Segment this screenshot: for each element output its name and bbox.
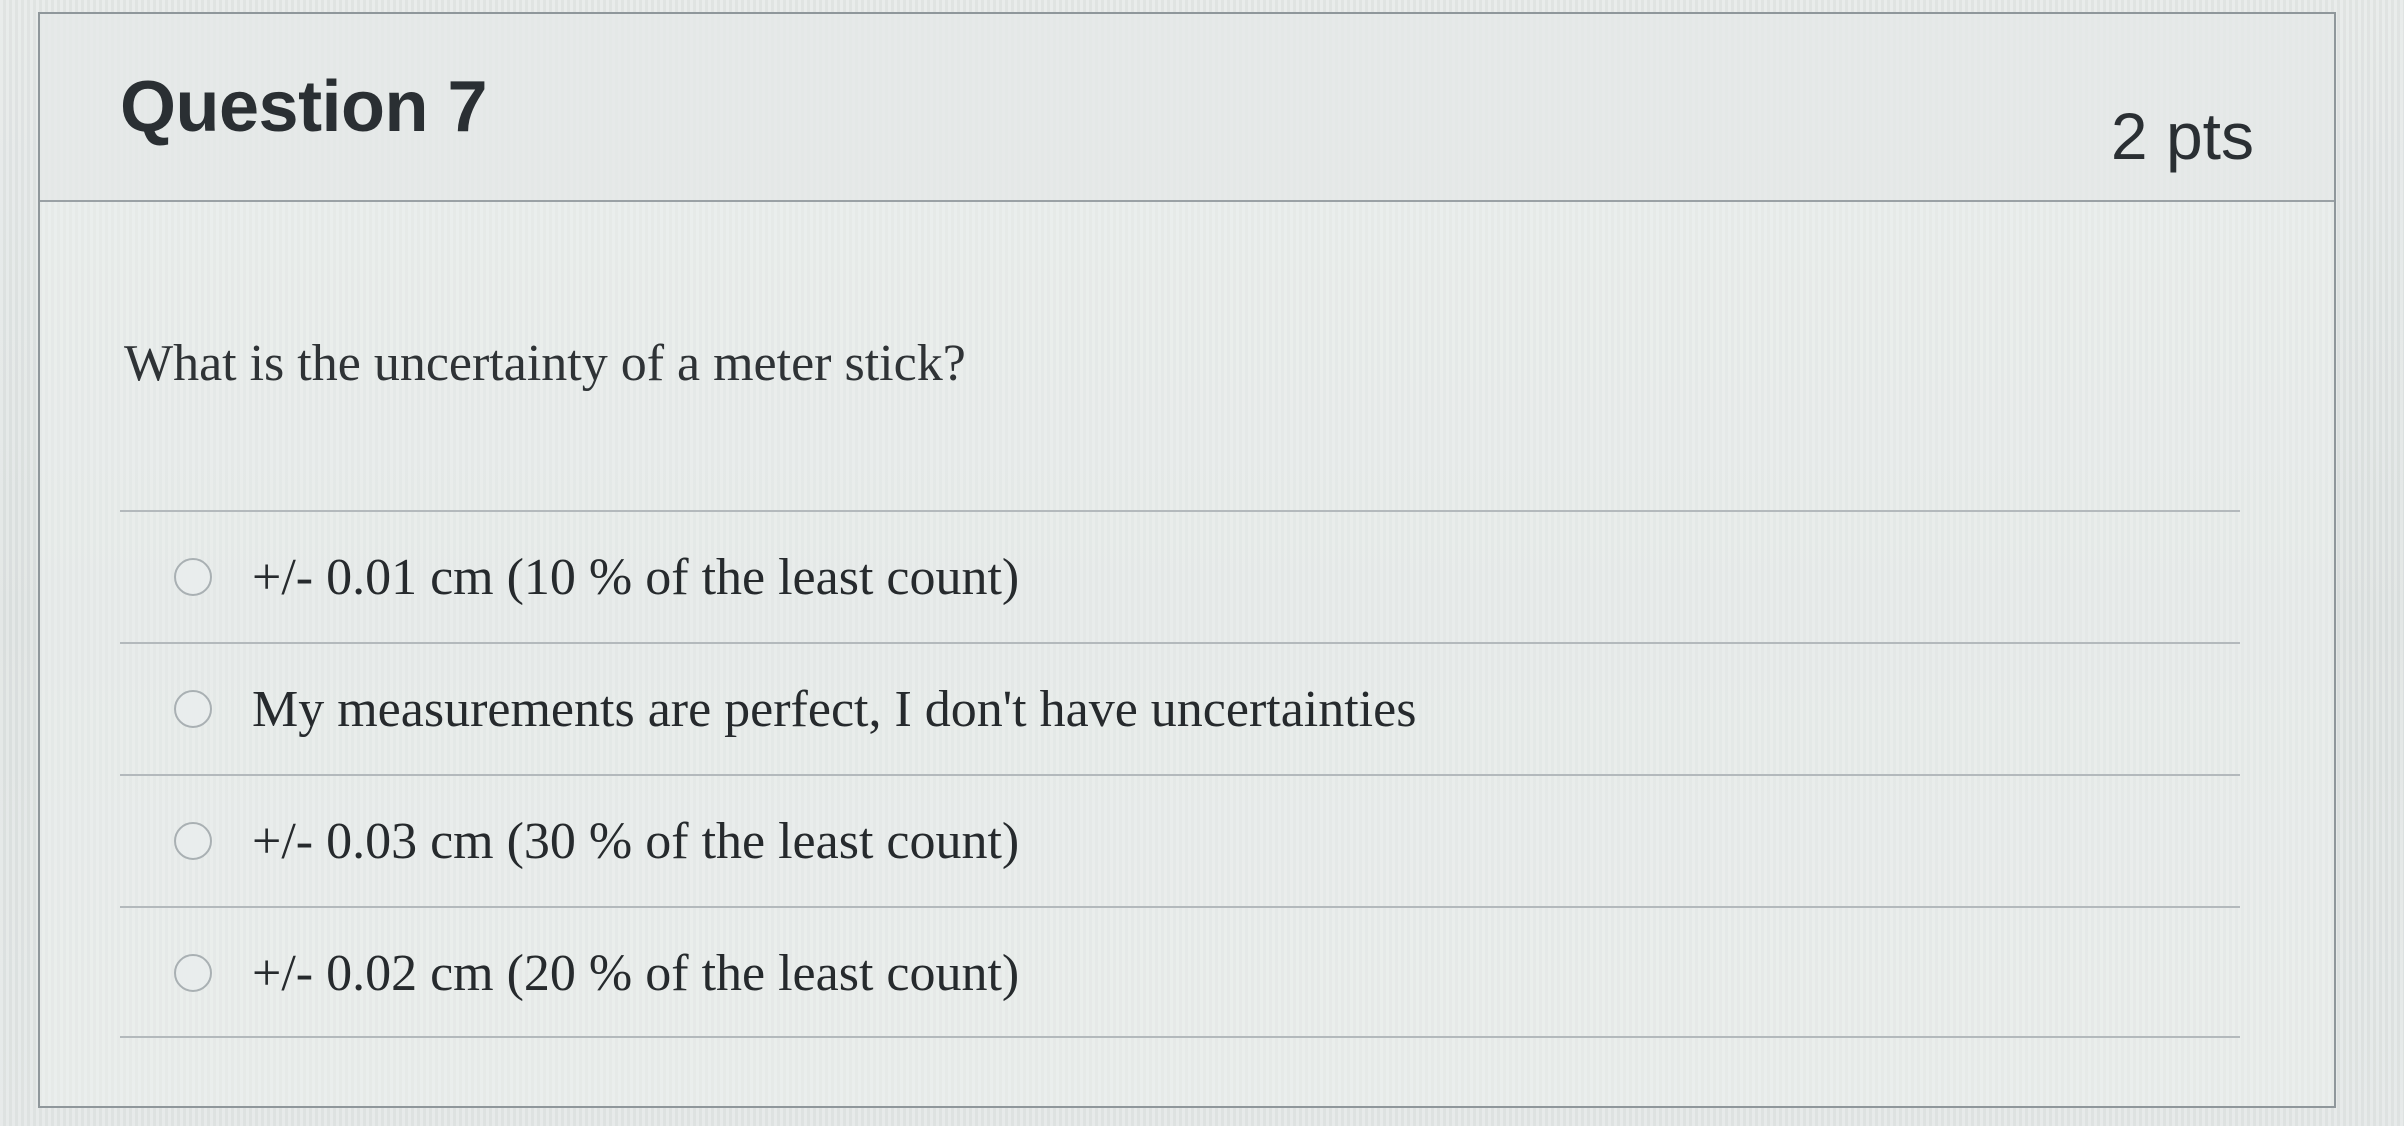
radio-button[interactable] (174, 558, 212, 596)
answer-list: +/- 0.01 cm (10 % of the least count) My… (120, 510, 2240, 1038)
radio-button[interactable] (174, 822, 212, 860)
answer-option[interactable]: +/- 0.01 cm (10 % of the least count) (120, 510, 2240, 642)
answer-label[interactable]: +/- 0.01 cm (10 % of the least count) (252, 548, 1019, 607)
answer-option[interactable]: +/- 0.02 cm (20 % of the least count) (120, 906, 2240, 1038)
answer-option[interactable]: +/- 0.03 cm (30 % of the least count) (120, 774, 2240, 906)
answer-label[interactable]: +/- 0.02 cm (20 % of the least count) (252, 944, 1019, 1003)
question-points: 2 pts (2110, 99, 2254, 173)
question-card: Question 7 2 pts What is the uncertainty… (38, 12, 2336, 1108)
radio-button[interactable] (174, 954, 212, 992)
answer-label[interactable]: +/- 0.03 cm (30 % of the least count) (252, 812, 1019, 871)
question-prompt: What is the uncertainty of a meter stick… (124, 335, 966, 392)
radio-button[interactable] (174, 690, 212, 728)
answer-option[interactable]: My measurements are perfect, I don't hav… (120, 642, 2240, 774)
question-title: Question 7 (120, 67, 488, 147)
answer-label[interactable]: My measurements are perfect, I don't hav… (252, 680, 1416, 739)
question-header: Question 7 2 pts (40, 14, 2334, 202)
